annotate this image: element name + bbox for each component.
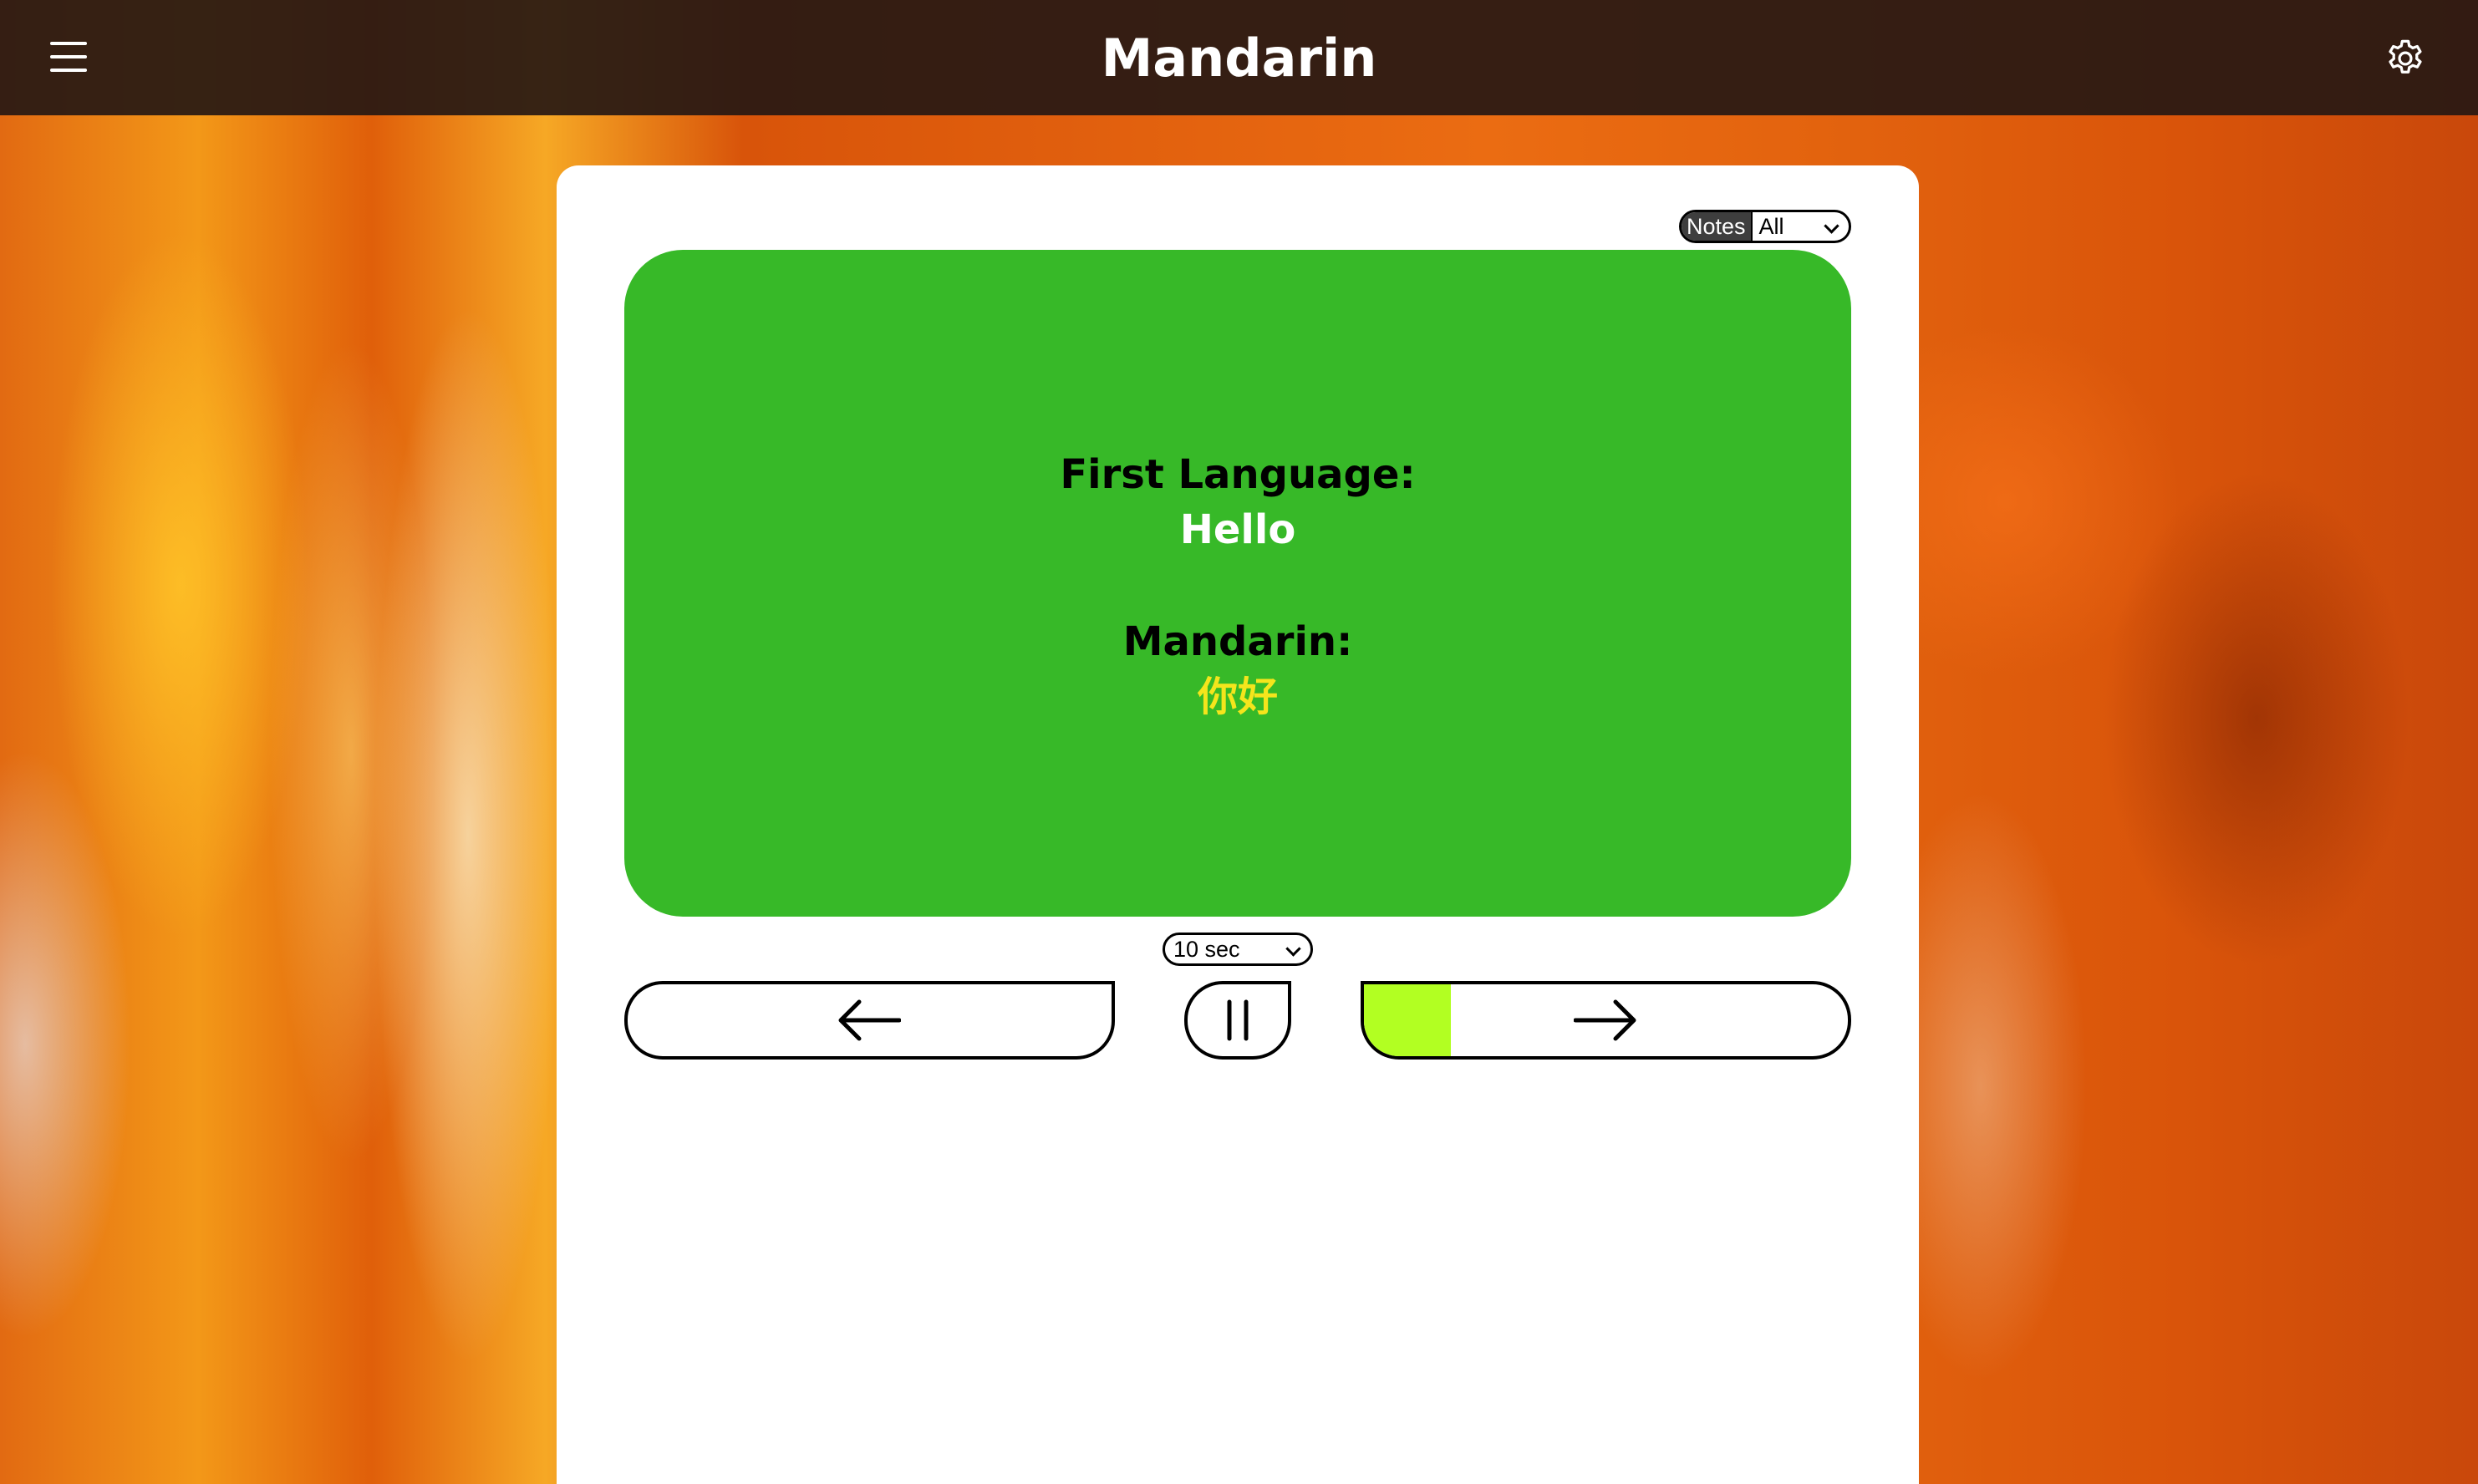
page-title: Mandarin xyxy=(1101,28,1377,89)
previous-button[interactable] xyxy=(624,981,1115,1060)
pause-button[interactable] xyxy=(1184,981,1291,1060)
notes-select[interactable]: All xyxy=(1753,212,1849,241)
arrow-right-icon xyxy=(1574,999,1636,1041)
first-language-value: Hello xyxy=(1179,506,1296,553)
notes-label: Notes xyxy=(1682,212,1753,241)
notes-select-value: All xyxy=(1758,214,1784,239)
flashcard[interactable]: First Language: Hello Mandarin: 你好 xyxy=(624,250,1851,917)
first-language-label: First Language: xyxy=(1060,451,1416,498)
target-language-label: Mandarin: xyxy=(1122,618,1353,665)
chevron-down-icon xyxy=(1824,218,1839,234)
gear-icon[interactable] xyxy=(2384,37,2427,80)
notes-filter[interactable]: Notes All xyxy=(1679,210,1851,243)
timer-select[interactable]: 10 sec xyxy=(1163,933,1313,966)
chevron-down-icon xyxy=(1285,941,1301,957)
pause-icon xyxy=(1227,999,1249,1041)
top-bar: Mandarin xyxy=(0,0,2478,115)
auto-advance-progress xyxy=(1364,984,1452,1056)
next-button[interactable] xyxy=(1361,981,1851,1060)
arrow-left-icon xyxy=(838,999,901,1041)
main-panel: Notes All First Language: Hello Mandarin… xyxy=(557,165,1919,1484)
timer-select-value: 10 sec xyxy=(1173,937,1240,962)
target-language-value: 你好 xyxy=(1197,673,1278,720)
